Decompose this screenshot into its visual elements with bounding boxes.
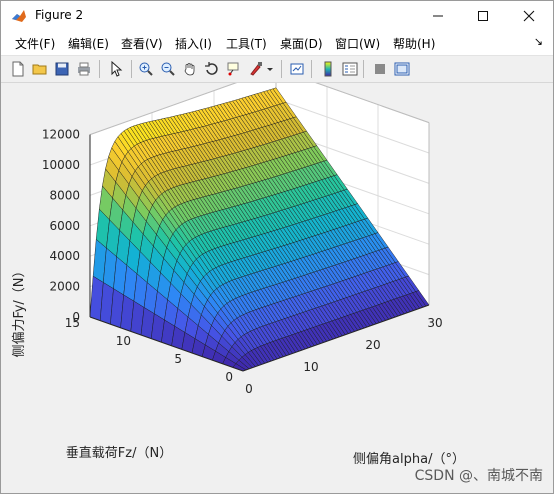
figure-toolbar <box>1 56 553 83</box>
figure-window: Figure 2 文件(F) 编辑(E) 查看(V) 插入(I) 工具(T) 桌… <box>0 0 554 494</box>
matlab-icon <box>12 10 26 22</box>
open-icon[interactable] <box>31 60 49 78</box>
x-tick-label: 0 <box>245 382 253 396</box>
menu-window[interactable]: 窗口(W) <box>335 35 380 52</box>
menu-view[interactable]: 查看(V) <box>121 35 163 52</box>
dropdown-arrow-icon[interactable] <box>265 60 275 78</box>
zoom-out-icon[interactable] <box>159 60 177 78</box>
close-icon <box>523 10 535 22</box>
x-tick-label: 30 <box>427 316 442 330</box>
z-tick-label: 4000 <box>49 249 80 263</box>
watermark: CSDN @、南城不南 <box>414 468 543 484</box>
save-icon[interactable] <box>53 60 71 78</box>
menu-help[interactable]: 帮助(H) <box>393 35 435 52</box>
window-title: Figure 2 <box>35 8 84 22</box>
z-tick-label: 12000 <box>42 128 80 142</box>
zoom-in-icon[interactable] <box>137 60 155 78</box>
insert-legend-icon[interactable] <box>341 60 359 78</box>
close-button[interactable] <box>506 1 552 31</box>
pan-icon[interactable] <box>181 60 199 78</box>
menu-dock-arrow-icon[interactable]: ↘ <box>534 35 543 48</box>
insert-colorbar-icon[interactable] <box>319 60 337 78</box>
menu-insert[interactable]: 插入(I) <box>175 35 212 52</box>
print-icon[interactable] <box>75 60 93 78</box>
menu-bar: 文件(F) 编辑(E) 查看(V) 插入(I) 工具(T) 桌面(D) 窗口(W… <box>1 31 553 56</box>
x-tick-label: 20 <box>365 338 380 352</box>
link-plot-icon[interactable] <box>289 60 307 78</box>
minimize-button[interactable] <box>415 1 461 31</box>
menu-file[interactable]: 文件(F) <box>15 35 55 52</box>
new-figure-icon[interactable] <box>9 60 27 78</box>
menu-edit[interactable]: 编辑(E) <box>68 35 109 52</box>
y-axis-label: 垂直载荷Fz/（N） <box>66 446 172 461</box>
z-tick-label: 10000 <box>42 158 80 172</box>
y-tick-label: 5 <box>174 352 182 366</box>
maximize-icon <box>478 11 488 21</box>
z-tick-label: 8000 <box>49 188 80 202</box>
surface-chart[interactable]: 0102030051015020004000600080001000012000… <box>1 68 553 493</box>
maximize-button[interactable] <box>460 1 506 31</box>
menu-tools[interactable]: 工具(T) <box>226 35 267 52</box>
z-tick-label: 6000 <box>49 219 80 233</box>
plot-area[interactable]: 0 10 20 30 0 5 10 15 0 2000 4000 6000 8000 10000 12000… <box>1 68 553 493</box>
show-plot-tools-icon[interactable] <box>393 60 411 78</box>
pointer-icon[interactable] <box>107 60 125 78</box>
brush-icon[interactable] <box>247 60 265 78</box>
x-tick-label: 10 <box>303 360 318 374</box>
hide-plot-tools-icon[interactable] <box>371 60 389 78</box>
z-tick-label: 2000 <box>49 280 80 294</box>
menu-desktop[interactable]: 桌面(D) <box>280 35 323 52</box>
y-tick-label: 0 <box>225 370 233 384</box>
z-tick-label: 0 <box>72 310 80 324</box>
z-axis-label: 侧偏力Fy/（N） <box>12 264 27 357</box>
data-cursor-icon[interactable] <box>225 60 243 78</box>
rotate-3d-icon[interactable] <box>203 60 221 78</box>
title-bar: Figure 2 <box>1 1 553 31</box>
minimize-icon <box>433 15 443 17</box>
y-tick-label: 10 <box>116 334 131 348</box>
